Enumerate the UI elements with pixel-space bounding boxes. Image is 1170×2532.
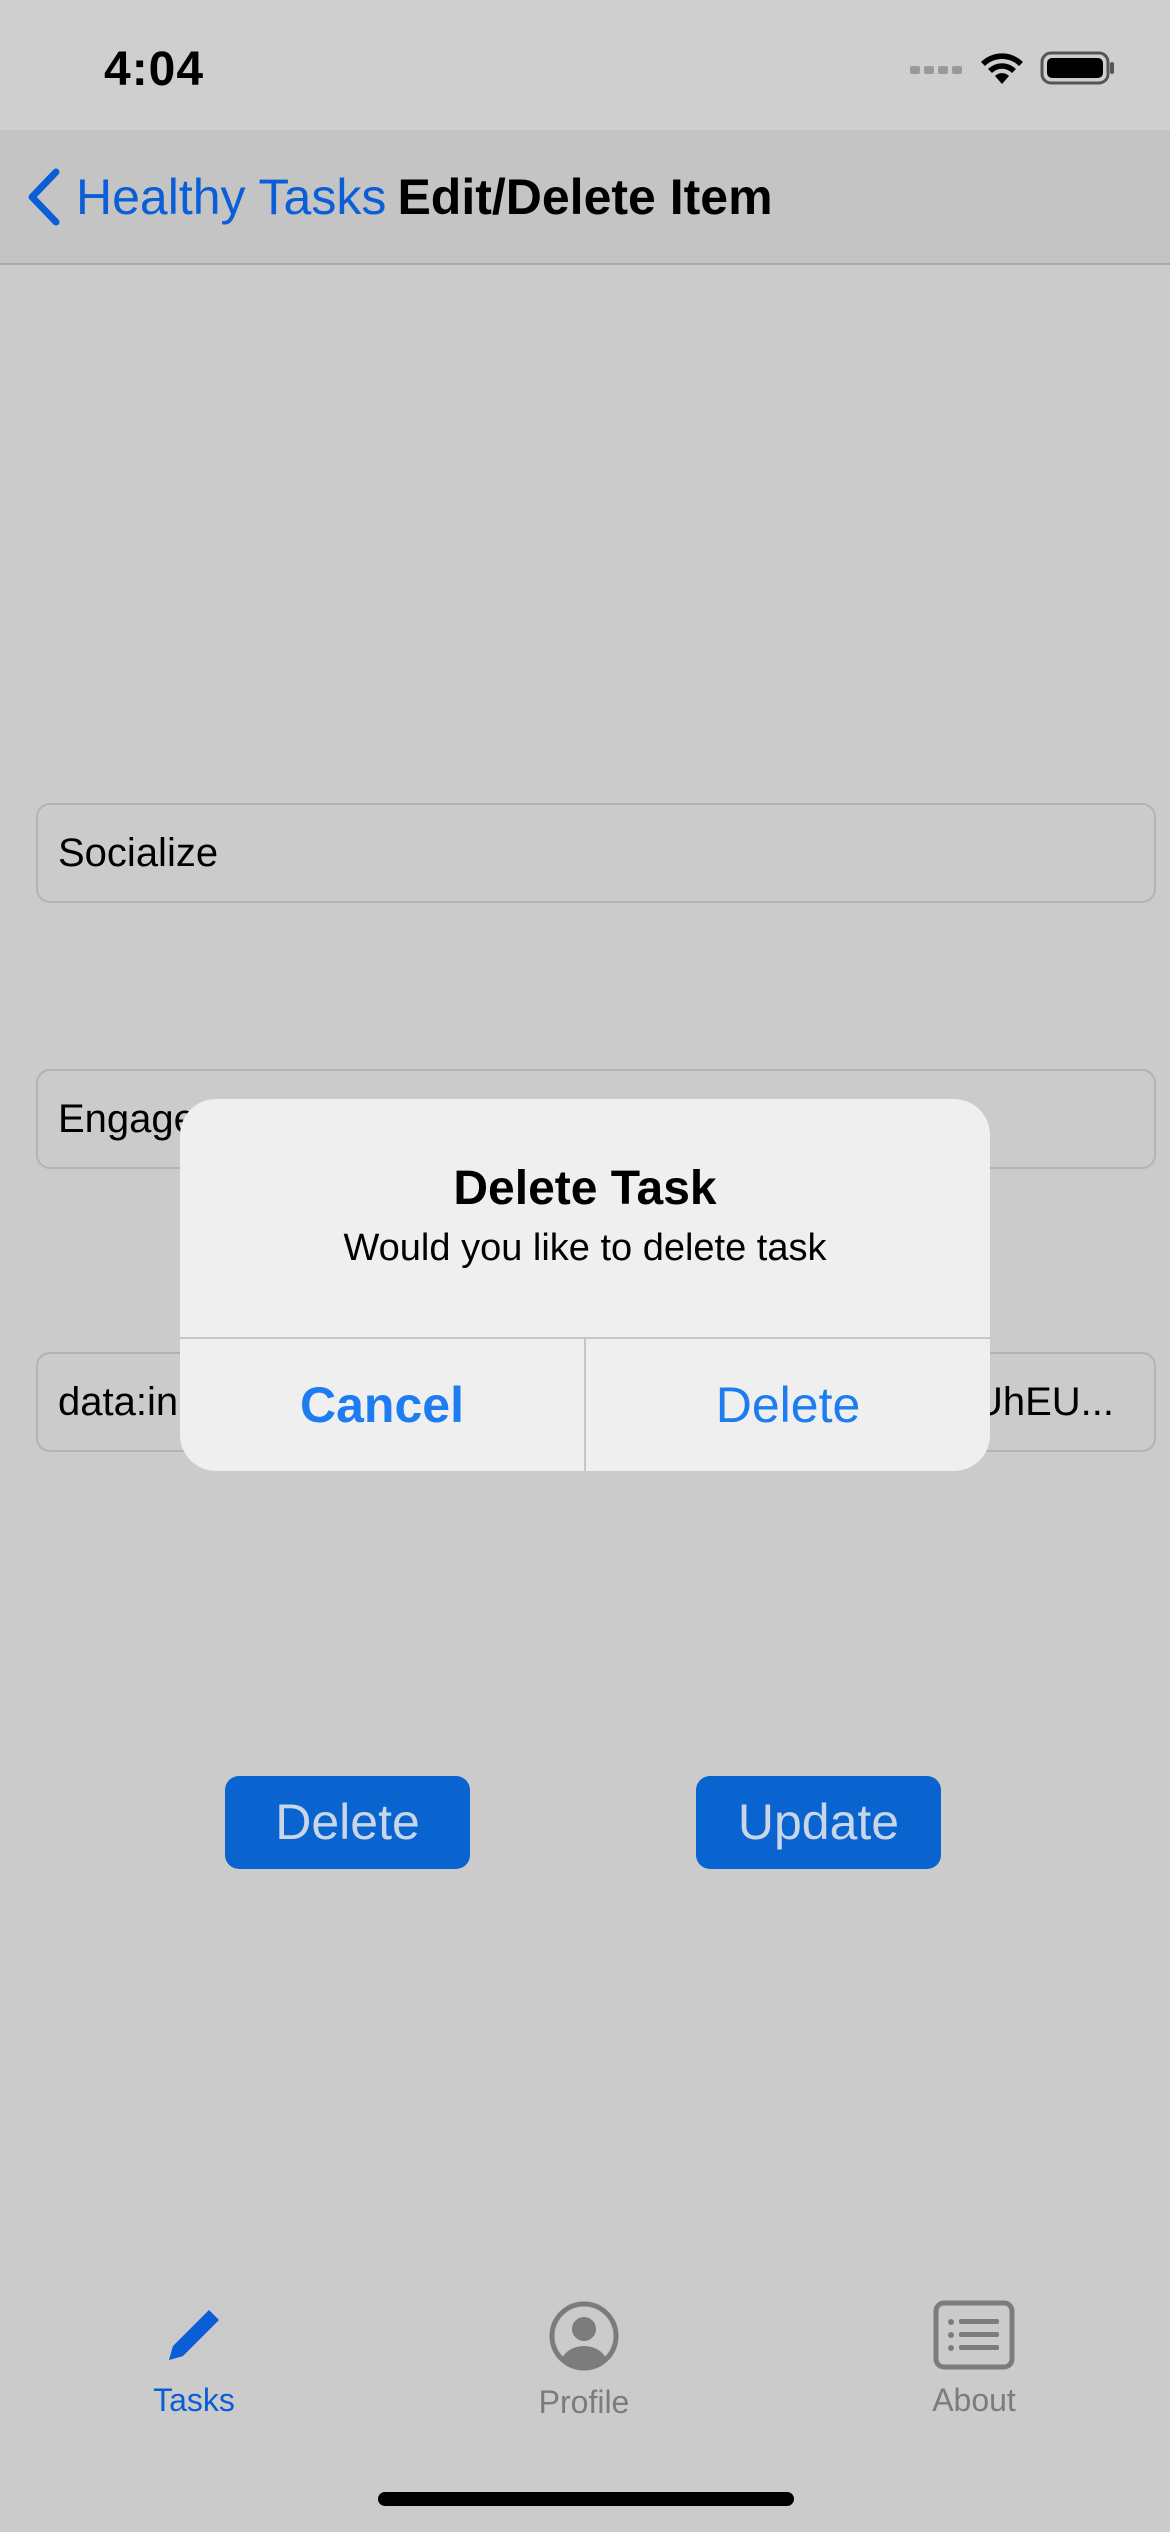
person-circle-icon [549, 2301, 619, 2371]
home-indicator [378, 2492, 794, 2506]
back-button[interactable]: Healthy Tasks [26, 168, 386, 226]
description-value: Engage [58, 1097, 196, 1141]
update-button[interactable]: Update [696, 1776, 941, 1869]
back-label: Healthy Tasks [76, 169, 387, 225]
alert-cancel-button[interactable]: Cancel [180, 1339, 584, 1471]
image-url-value-end: UhEU... [973, 1380, 1114, 1424]
chevron-left-icon [28, 168, 60, 226]
tab-tasks[interactable]: Tasks [94, 2300, 294, 2419]
alert-delete-button[interactable]: Delete [586, 1339, 990, 1471]
battery-icon [1040, 51, 1114, 85]
alert-message: Would you like to delete task [343, 1227, 827, 1269]
tab-about[interactable]: About [874, 2300, 1074, 2419]
status-bar: 4:04 [0, 0, 1170, 130]
list-card-icon [933, 2300, 1015, 2370]
wifi-icon [981, 53, 1023, 84]
signal-icon [910, 66, 962, 74]
delete-task-alert: Delete Task Would you like to delete tas… [180, 1099, 990, 1471]
tab-tasks-label: Tasks [153, 2382, 235, 2418]
title-field[interactable]: Socialize [36, 803, 1156, 903]
pencil-icon [169, 2310, 219, 2360]
tab-about-label: About [932, 2382, 1016, 2418]
delete-button[interactable]: Delete [225, 1776, 470, 1869]
alert-title: Delete Task [453, 1162, 717, 1215]
tab-profile[interactable]: Profile [484, 2300, 684, 2421]
title-value: Socialize [58, 831, 219, 875]
tab-profile-label: Profile [538, 2384, 630, 2420]
status-icons [910, 50, 1116, 86]
image-url-value-start: data:in [58, 1380, 179, 1424]
status-time: 4:04 [104, 43, 205, 96]
navigation-bar: Edit/Delete Item Healthy Tasks [0, 130, 1170, 265]
